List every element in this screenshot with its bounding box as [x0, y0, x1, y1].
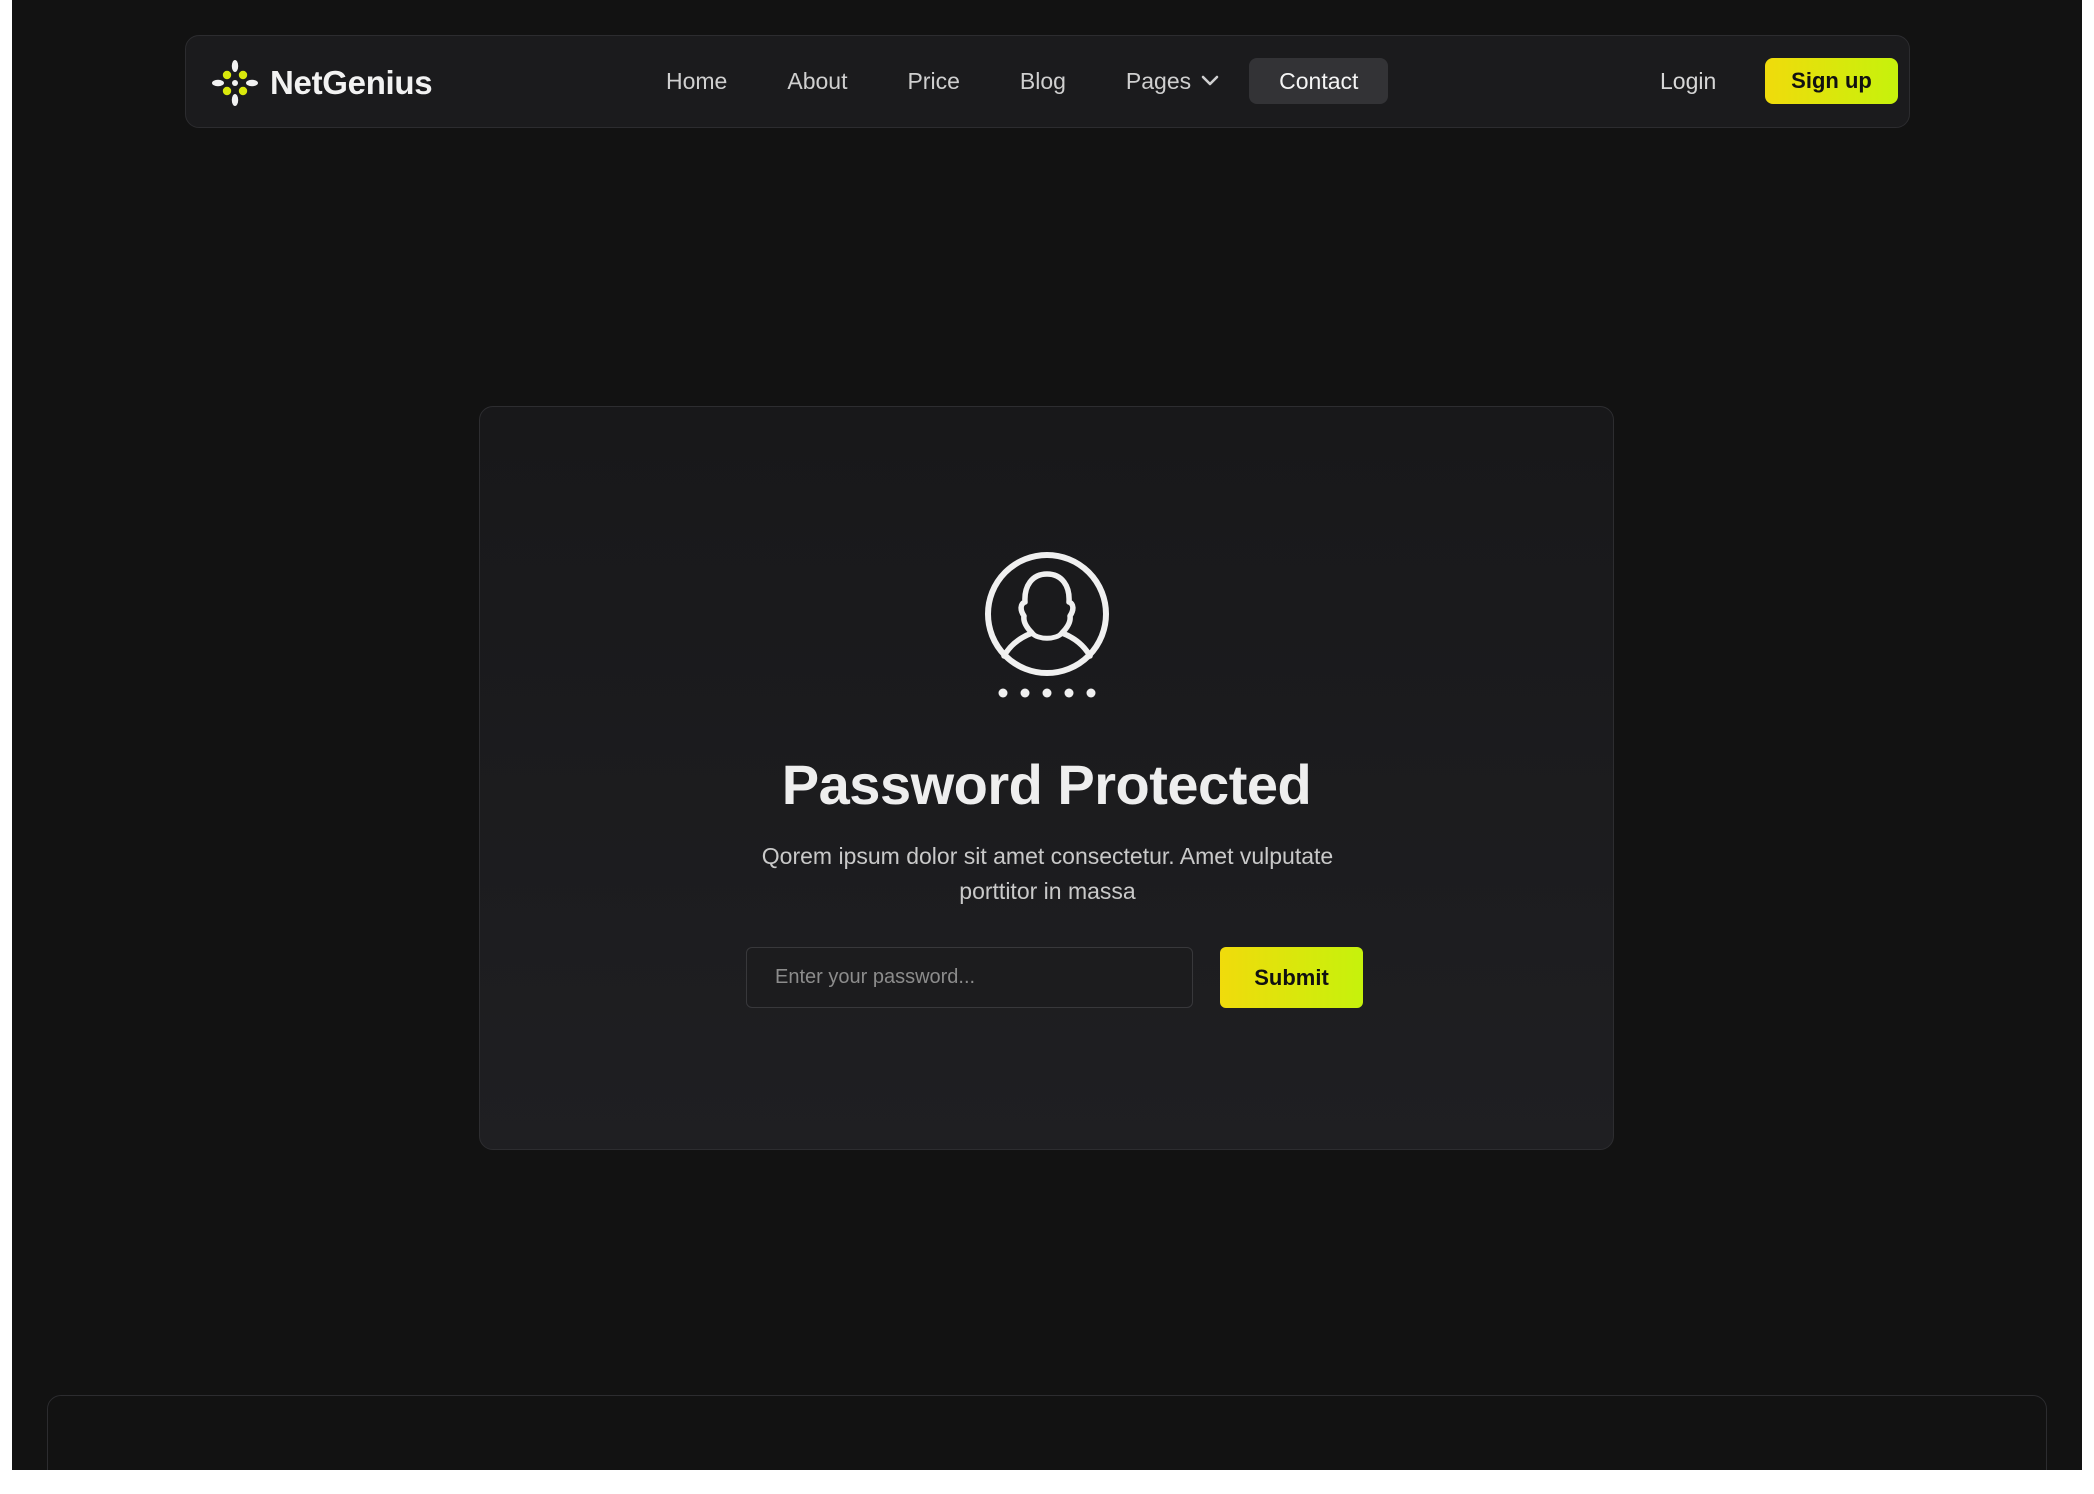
main-nav: Home About Price Blog Pages Contact: [636, 58, 1389, 104]
brand-logo[interactable]: NetGenius: [210, 58, 433, 108]
nav-item-blog[interactable]: Blog: [990, 58, 1096, 104]
submit-button[interactable]: Submit: [1220, 947, 1363, 1008]
nav-item-about[interactable]: About: [757, 58, 877, 104]
nav-item-pages[interactable]: Pages: [1096, 58, 1249, 104]
page-title: Password Protected: [781, 753, 1312, 816]
navbar: NetGenius Home About Price Blog Pages Co…: [185, 35, 1910, 128]
nav-item-contact[interactable]: Contact: [1249, 58, 1389, 104]
card-description: Qorem ipsum dolor sit amet consectetur. …: [761, 843, 1334, 904]
footer-section: [47, 1395, 2047, 1470]
chevron-down-icon: [1201, 75, 1219, 86]
login-link[interactable]: Login: [1660, 58, 1716, 104]
nav-item-price[interactable]: Price: [877, 58, 989, 104]
nav-item-pages-label: Pages: [1125, 67, 1192, 94]
password-card: Password Protected Qorem ipsum dolor sit…: [479, 406, 1614, 1150]
user-lock-icon: [985, 552, 1109, 698]
nav-item-home[interactable]: Home: [636, 58, 757, 104]
signup-button[interactable]: Sign up: [1765, 58, 1898, 104]
password-input[interactable]: [746, 947, 1193, 1008]
brand-name: NetGenius: [270, 64, 433, 101]
sparkle-dots-icon: [212, 60, 258, 106]
page-frame: NetGenius Home About Price Blog Pages Co…: [12, 0, 2082, 1470]
